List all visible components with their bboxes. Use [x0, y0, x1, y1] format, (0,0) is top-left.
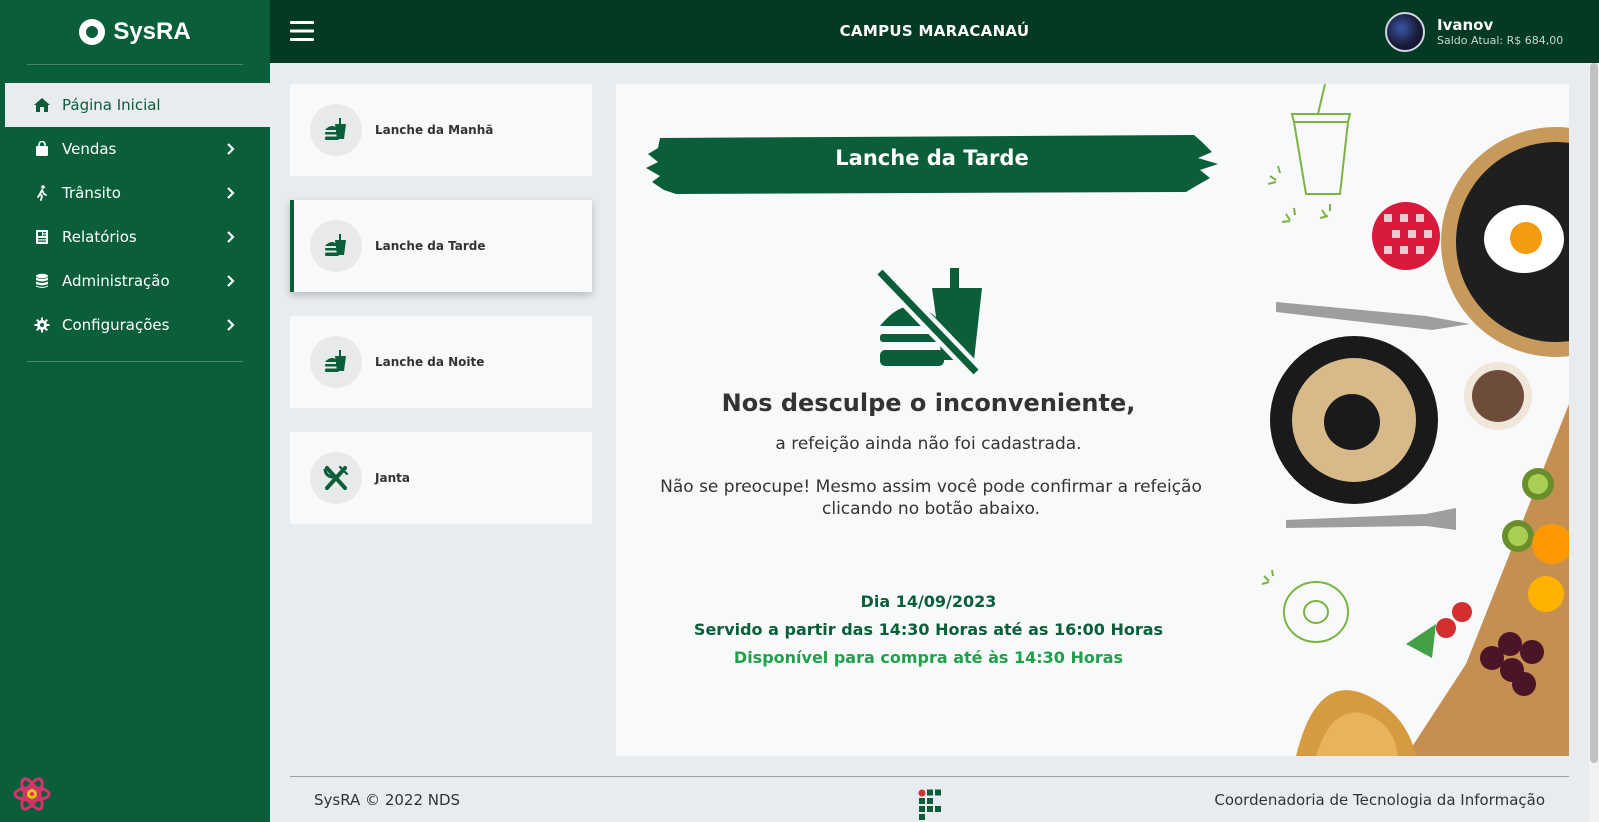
avatar[interactable]: [1385, 12, 1425, 52]
no-food-icon: [876, 266, 982, 376]
meal-card-lanche-noite[interactable]: Lanche da Noite: [290, 316, 592, 408]
burger-drink-icon: [310, 336, 362, 388]
gear-icon: [32, 316, 52, 334]
sidebar-item-label: Página Inicial: [62, 96, 161, 114]
sidebar-divider: [27, 361, 243, 362]
meal-availability: Disponível para compra até às 14:30 Hora…: [733, 648, 1124, 667]
chevron-right-icon: [227, 143, 235, 155]
sidebar-item-transito[interactable]: Trânsito: [0, 171, 270, 215]
message-title: Nos desculpe o inconveniente,: [721, 389, 1136, 417]
newspaper-icon: [32, 228, 52, 246]
meal-serving-hours: Servido a partir das 14:30 Horas até as …: [693, 620, 1164, 639]
message-subtitle: a refeição ainda não foi cadastrada.: [775, 434, 1082, 454]
meal-date: Dia 14/09/2023: [860, 592, 997, 611]
footer-department: Coordenadoria de Tecnologia da Informaçã…: [1214, 791, 1545, 809]
topbar: CAMPUS MARACANAÚ Ivanov Saldo Atual: R$ …: [270, 0, 1599, 63]
chevron-right-icon: [227, 275, 235, 287]
chevron-right-icon: [227, 187, 235, 199]
utensils-icon: [310, 452, 362, 504]
meal-panel: Lanche da Tarde Nos desculpe o inconveni…: [616, 84, 1569, 756]
react-logo-icon[interactable]: [12, 774, 52, 814]
database-icon: [32, 272, 52, 290]
sidebar-nav: Página Inicial Vendas Trânsito Relatório…: [0, 83, 270, 347]
sidebar-item-label: Vendas: [62, 140, 117, 158]
meal-card-lanche-tarde[interactable]: Lanche da Tarde: [290, 200, 592, 292]
user-name[interactable]: Ivanov: [1437, 16, 1493, 34]
institute-logo-icon: [918, 789, 941, 820]
burger-drink-icon: [310, 104, 362, 156]
footer: SysRA © 2022 NDS Coordenadoria de Tecnol…: [270, 777, 1589, 822]
meal-label: Lanche da Manhã: [375, 123, 494, 137]
sidebar-divider: [27, 64, 243, 65]
home-icon: [32, 96, 52, 114]
sidebar-item-label: Relatórios: [62, 228, 137, 246]
plate-logo-icon: [79, 19, 106, 45]
meal-card-janta[interactable]: Janta: [290, 432, 592, 524]
user-balance: Saldo Atual: R$ 684,00: [1437, 34, 1564, 47]
sidebar-item-label: Trânsito: [62, 184, 121, 202]
burger-drink-icon: [310, 220, 362, 272]
chevron-right-icon: [227, 319, 235, 331]
brand[interactable]: SysRA: [0, 0, 270, 64]
sidebar-item-vendas[interactable]: Vendas: [0, 127, 270, 171]
meal-label: Janta: [375, 471, 410, 485]
panel-title: Lanche da Tarde: [835, 146, 1029, 170]
brand-name: SysRA: [113, 18, 191, 45]
footer-copyright: SysRA © 2022 NDS: [314, 791, 461, 809]
food-decoration-image: [1261, 84, 1569, 756]
shopping-bag-icon: [32, 140, 52, 158]
sidebar-item-configuracoes[interactable]: Configurações: [0, 303, 270, 347]
sidebar-item-label: Administração: [62, 272, 170, 290]
chevron-right-icon: [227, 231, 235, 243]
sidebar-item-administracao[interactable]: Administração: [0, 259, 270, 303]
scrollbar-thumb[interactable]: [1590, 63, 1598, 763]
sidebar-item-home[interactable]: Página Inicial: [5, 83, 270, 127]
meal-label: Lanche da Tarde: [375, 239, 486, 253]
walking-icon: [32, 184, 52, 202]
message-body: Não se preocupe! Mesmo assim você pode c…: [660, 477, 1202, 520]
sidebar: SysRA Página Inicial Vendas Trânsito Rel…: [0, 0, 270, 822]
sidebar-item-label: Configurações: [62, 316, 170, 334]
sidebar-item-relatorios[interactable]: Relatórios: [0, 215, 270, 259]
meal-label: Lanche da Noite: [375, 355, 485, 369]
meal-card-lanche-manha[interactable]: Lanche da Manhã: [290, 84, 592, 176]
